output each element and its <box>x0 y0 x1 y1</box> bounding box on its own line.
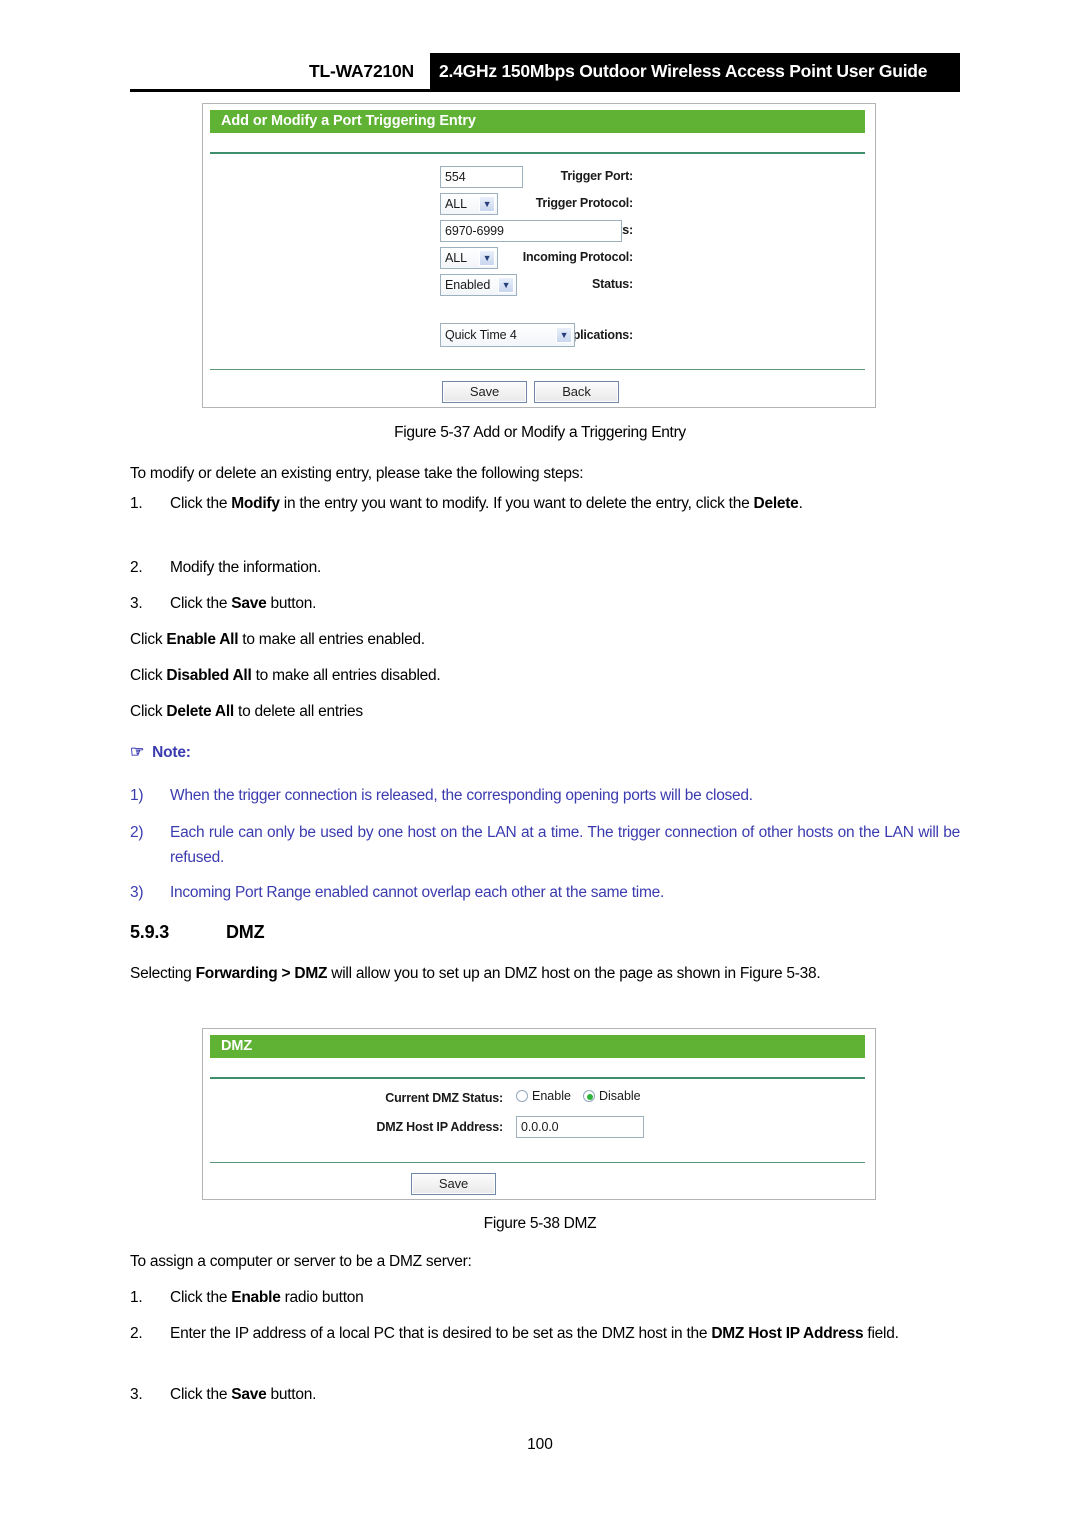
hand-pointing-right-icon: ☞ <box>130 744 145 761</box>
paragraph-dmz-intro: Selecting Forwarding > DMZ will allow yo… <box>130 965 821 982</box>
list-text: Click the Save button. <box>170 1386 317 1403</box>
paragraph-delete-all: Click Delete All to delete all entries <box>130 703 363 720</box>
port-triggering-panel: Add or Modify a Port Triggering Entry Tr… <box>202 103 876 408</box>
list-item-dmz-2: 2. Enter the IP address of a local PC th… <box>130 1322 960 1346</box>
note-heading: ☞ Note: <box>130 742 191 762</box>
list-text: Modify the information. <box>170 559 322 576</box>
dmz-panel: DMZ Current DMZ Status: Enable Disable DM… <box>202 1028 876 1200</box>
note-number: 3) <box>130 884 144 901</box>
select-status[interactable]: Enabled ▼ <box>440 274 517 296</box>
dmz-save-button[interactable]: Save <box>411 1173 496 1195</box>
list-item-modify-1: 1. Click the Modify in the entry you wan… <box>130 492 960 516</box>
list-number: 3. <box>130 595 143 612</box>
select-incoming-protocol[interactable]: ALL ▼ <box>440 247 498 269</box>
page-number: 100 <box>527 1436 553 1453</box>
radio-disable[interactable] <box>582 1090 595 1102</box>
radio-enable-label[interactable]: Enable <box>532 1089 571 1103</box>
panel-heading-port-triggering: Add or Modify a Port Triggering Entry <box>210 110 865 133</box>
dmz-status-radio-group[interactable]: Enable Disable <box>516 1089 653 1103</box>
chevron-down-icon[interactable]: ▼ <box>479 196 495 212</box>
list-text: Click the Enable radio button <box>170 1289 364 1306</box>
list-text: Click the Save button. <box>170 595 317 612</box>
radio-enable[interactable] <box>516 1090 528 1102</box>
note-item-1: 1) When the trigger connection is releas… <box>130 783 960 808</box>
note-item-3: 3) Incoming Port Range enabled cannot ov… <box>130 880 960 905</box>
list-item-modify-3: 3. Click the Save button. <box>130 592 960 616</box>
note-number: 2) <box>130 824 144 841</box>
panel-divider-bottom <box>210 369 865 370</box>
chevron-down-icon[interactable]: ▼ <box>479 250 495 266</box>
list-number: 3. <box>130 1386 143 1403</box>
label-current-dmz-status: Current DMZ Status: <box>385 1091 503 1105</box>
input-dmz-host-ip[interactable]: 0.0.0.0 <box>516 1116 644 1138</box>
select-trigger-protocol[interactable]: ALL ▼ <box>440 193 498 215</box>
panel-heading-dmz: DMZ <box>210 1035 865 1058</box>
section-title: DMZ <box>226 922 265 942</box>
section-heading-dmz: 5.9.3 DMZ <box>130 922 265 943</box>
input-trigger-port[interactable]: 554 <box>440 166 523 188</box>
back-button[interactable]: Back <box>534 381 619 403</box>
chevron-down-icon[interactable]: ▼ <box>556 327 572 343</box>
select-incoming-protocol-value: ALL <box>445 251 467 265</box>
header-title: 2.4GHz 150Mbps Outdoor Wireless Access P… <box>430 53 960 89</box>
list-number: 1. <box>130 495 143 512</box>
select-common-applications[interactable]: Quick Time 4 ▼ <box>440 323 575 347</box>
chevron-down-icon[interactable]: ▼ <box>498 277 514 293</box>
note-item-2: 2) Each rule can only be used by one hos… <box>130 820 960 870</box>
header-rule <box>130 89 960 92</box>
list-text: Enter the IP address of a local PC that … <box>170 1325 899 1342</box>
note-label: Note: <box>152 744 191 761</box>
list-number: 2. <box>130 559 143 576</box>
panel-divider-bottom <box>210 1162 865 1163</box>
running-header: TL-WA7210N 2.4GHz 150Mbps Outdoor Wirele… <box>130 53 960 92</box>
list-text: Click the Modify in the entry you want t… <box>170 495 803 512</box>
list-item-modify-2: 2. Modify the information. <box>130 556 960 580</box>
paragraph-dmz-assign-intro: To assign a computer or server to be a D… <box>130 1253 472 1270</box>
list-number: 2. <box>130 1325 143 1342</box>
list-item-dmz-3: 3. Click the Save button. <box>130 1383 960 1407</box>
panel-divider-top <box>210 1077 865 1079</box>
note-text: Each rule can only be used by one host o… <box>170 824 960 866</box>
label-dmz-host-ip: DMZ Host IP Address: <box>376 1120 503 1134</box>
radio-disable-label[interactable]: Disable <box>599 1089 641 1103</box>
save-button[interactable]: Save <box>442 381 527 403</box>
header-model-name: TL-WA7210N <box>130 53 424 89</box>
select-status-value: Enabled <box>445 278 491 292</box>
paragraph-modify-intro: To modify or delete an existing entry, p… <box>130 465 584 482</box>
paragraph-enable-all: Click Enable All to make all entries ena… <box>130 631 425 648</box>
paragraph-disabled-all: Click Disabled All to make all entries d… <box>130 667 441 684</box>
label-trigger-protocol: Trigger Protocol: <box>535 196 634 210</box>
panel-divider-top <box>210 152 865 154</box>
figure-caption-5-37: Figure 5-37 Add or Modify a Triggering E… <box>394 424 686 441</box>
select-common-applications-value: Quick Time 4 <box>445 328 517 342</box>
note-number: 1) <box>130 787 144 804</box>
select-trigger-protocol-value: ALL <box>445 197 467 211</box>
note-text: When the trigger connection is released,… <box>170 787 753 804</box>
list-item-dmz-1: 1. Click the Enable radio button <box>130 1286 960 1310</box>
note-text: Incoming Port Range enabled cannot overl… <box>170 884 665 901</box>
figure-caption-5-38: Figure 5-38 DMZ <box>483 1215 597 1232</box>
input-incoming-ports[interactable]: 6970-6999 <box>440 220 622 242</box>
list-number: 1. <box>130 1289 143 1306</box>
section-number: 5.9.3 <box>130 922 170 942</box>
label-incoming-protocol: Incoming Protocol: <box>522 250 633 264</box>
